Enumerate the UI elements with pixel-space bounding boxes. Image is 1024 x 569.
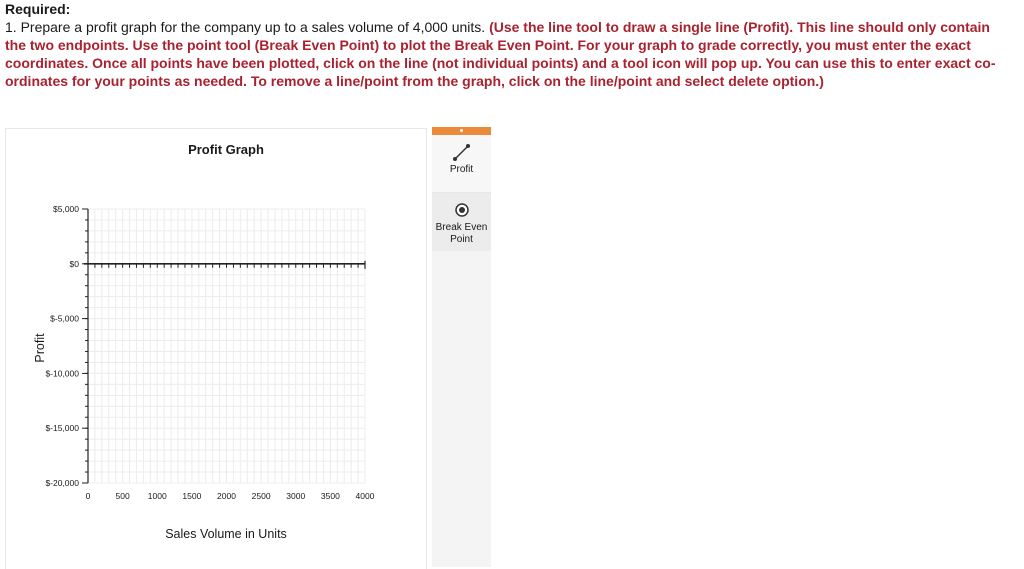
point-tool-icon — [454, 203, 469, 217]
profit-tool-label: Profit — [449, 164, 474, 175]
break-even-tool-label-line2: Point — [450, 234, 473, 245]
x-tick-label: 4000 — [356, 491, 375, 501]
tool-panel: Profit Break Even Point — [432, 127, 491, 567]
axes — [82, 208, 366, 484]
break-even-point-tool-button[interactable]: Break Even Point — [432, 193, 491, 251]
required-heading: Required: — [5, 1, 71, 17]
y-axis-label: Profit — [33, 333, 47, 363]
x-tick-label: 2000 — [217, 491, 236, 501]
y-tick-label: $-5,000 — [50, 314, 79, 324]
x-tick-label: 0 — [86, 491, 91, 501]
x-tick-label: 500 — [116, 491, 130, 501]
line-tool-icon — [452, 144, 470, 161]
x-tick-label: 3000 — [286, 491, 305, 501]
x-tick-label: 1500 — [182, 491, 201, 501]
profit-line-tool-button[interactable]: Profit — [432, 135, 491, 193]
drag-handle-icon[interactable] — [460, 129, 463, 132]
tool-panel-header — [432, 127, 491, 135]
instructions: Required: 1. Prepare a profit graph for … — [5, 0, 1005, 90]
y-tick-label: $5,000 — [53, 204, 79, 214]
break-even-tool-label-line1: Break Even — [435, 222, 488, 233]
y-tick-label: $-15,000 — [45, 423, 79, 433]
grid — [87, 208, 366, 484]
y-tick-label: $-20,000 — [45, 478, 79, 488]
profit-graph[interactable]: Profit Graph Sales Volume in Units Profi… — [6, 129, 426, 561]
x-tick-label: 2500 — [252, 491, 271, 501]
x-axis-label: Sales Volume in Units — [165, 527, 287, 541]
x-tick-label: 1000 — [148, 491, 167, 501]
graph-panel[interactable]: Profit Graph Sales Volume in Units Profi… — [5, 128, 427, 569]
x-tick-label: 3500 — [321, 491, 340, 501]
y-tick-label: $0 — [70, 259, 80, 269]
requirement-step: 1. Prepare a profit graph for the compan… — [5, 19, 490, 35]
chart-title: Profit Graph — [188, 142, 264, 157]
y-tick-label: $-10,000 — [45, 368, 79, 378]
